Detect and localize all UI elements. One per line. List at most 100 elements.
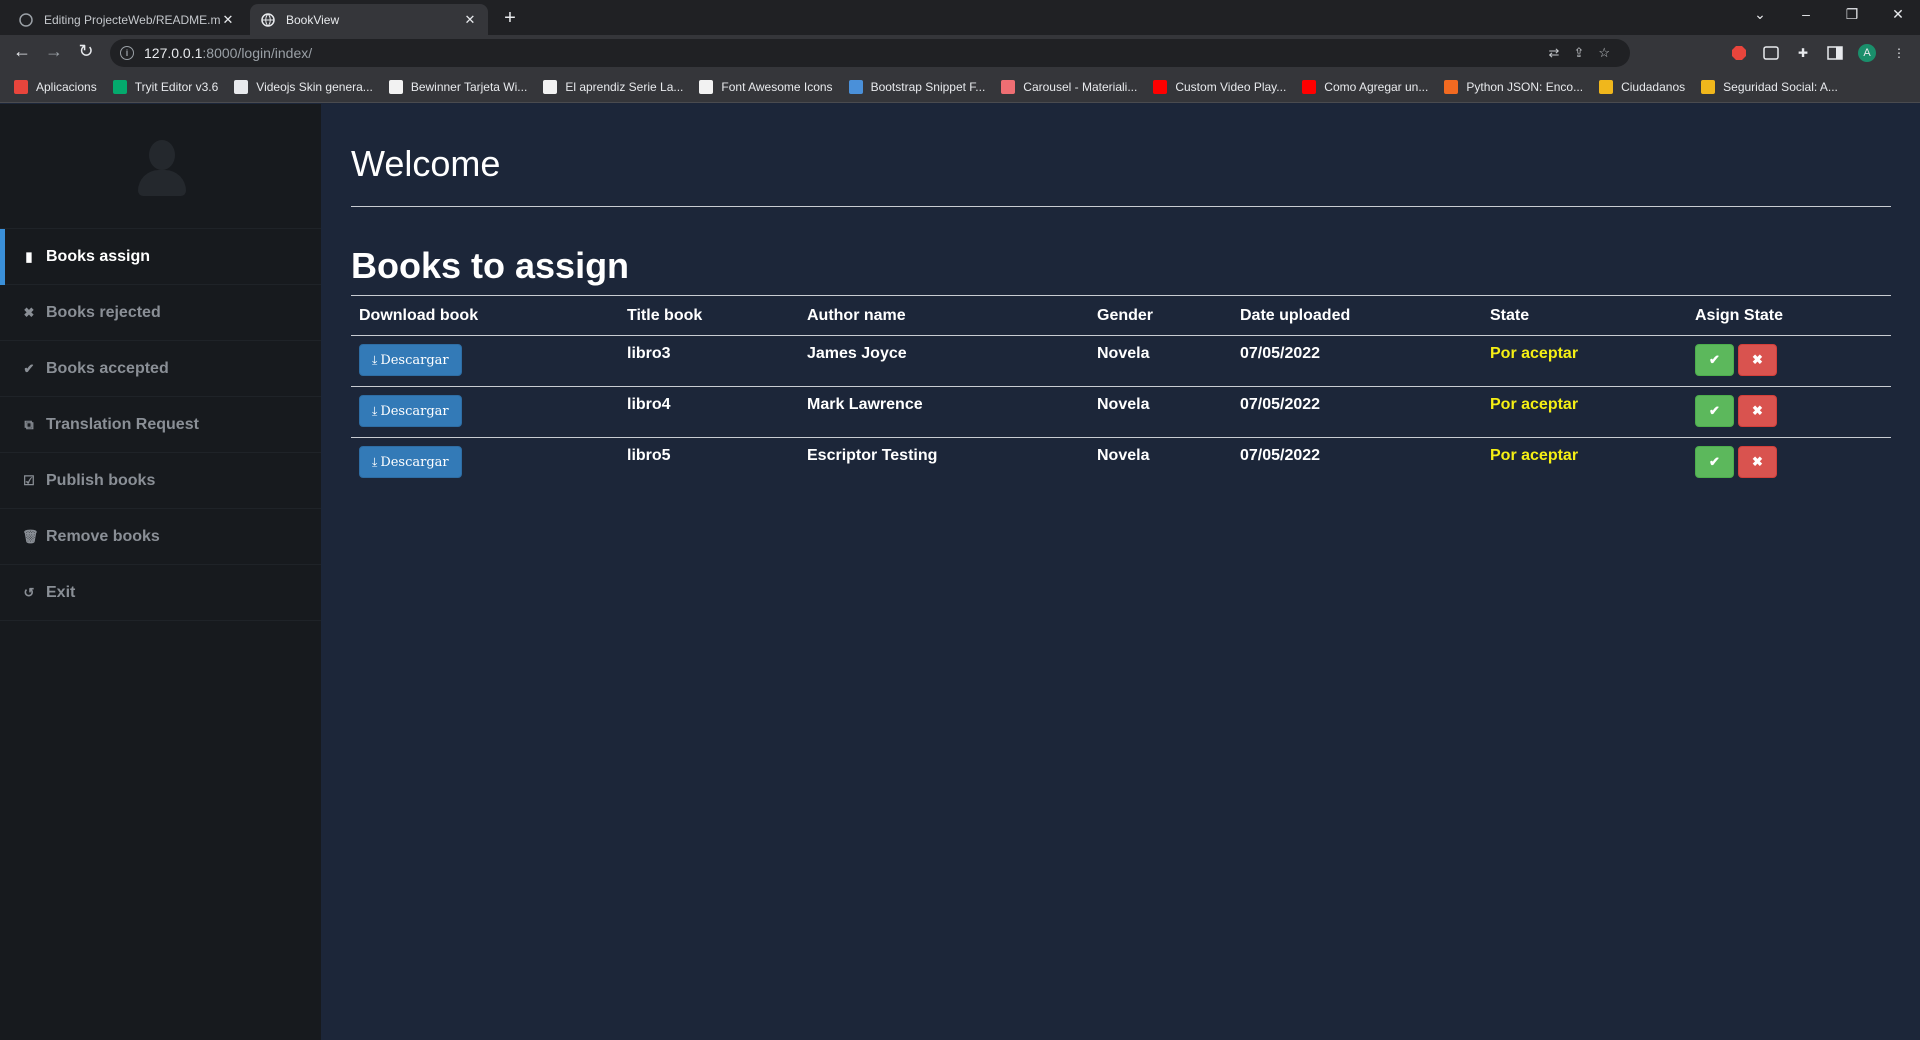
divider [351, 206, 1891, 207]
bookmark-item[interactable]: Custom Video Play... [1153, 79, 1286, 94]
side-panel-icon[interactable] [1826, 44, 1844, 62]
sidebar-item-exit[interactable]: ↺ Exit [0, 565, 321, 621]
sidebar-item-translation-request[interactable]: ⧉ Translation Request [0, 397, 321, 453]
bookmark-favicon-icon [234, 79, 249, 94]
bookmark-item[interactable]: Font Awesome Icons [699, 79, 833, 94]
table-row: ⤓ Descargar libro5 Escriptor Testing Novela 0… [351, 438, 1891, 489]
download-icon: ⤓ [372, 454, 378, 469]
address-bar[interactable]: i 127.0.0.1:8000/login/index/ ⇄ ⇪ ☆ [110, 39, 1630, 67]
bookmark-label: Font Awesome Icons [721, 79, 833, 94]
author-cell: Escriptor Testing [807, 447, 938, 464]
times-icon: ✖ [1752, 454, 1763, 469]
sidebar-item-books-accepted[interactable]: ✔ Books accepted [0, 341, 321, 397]
tab-title: BookView [286, 12, 340, 27]
gender-cell: Novela [1097, 447, 1150, 464]
extension-icon[interactable] [1762, 44, 1780, 62]
sidebar-item-label: Books accepted [46, 359, 169, 377]
back-icon[interactable]: ← [10, 41, 34, 62]
check-square-icon: ☑ [23, 472, 35, 488]
title-cell: libro3 [627, 345, 671, 362]
site-info-icon[interactable]: i [120, 46, 134, 60]
accept-button[interactable]: ✔ [1695, 344, 1734, 376]
bookmark-item[interactable]: Tryit Editor v3.6 [112, 79, 219, 94]
reload-icon[interactable]: ↻ [74, 41, 98, 62]
bookmark-label: Tryit Editor v3.6 [134, 79, 219, 94]
bookmark-item[interactable]: Seguridad Social: A... [1701, 79, 1838, 94]
translate-icon[interactable]: ⇄ [1549, 45, 1560, 61]
download-button[interactable]: ⤓ Descargar [359, 344, 462, 376]
puzzle-icon[interactable]: ✚ [1794, 44, 1812, 62]
adblock-icon[interactable] [1730, 44, 1748, 62]
bookmark-favicon-icon [1599, 79, 1614, 94]
state-cell: Por aceptar [1490, 447, 1579, 464]
sidebar-item-remove-books[interactable]: 🗑 Remove books [0, 509, 321, 565]
download-label: Descargar [380, 403, 449, 419]
download-icon: ⤓ [372, 403, 378, 418]
column-header: Download book [359, 306, 479, 324]
bookmark-favicon-icon [848, 79, 863, 94]
section-title: Books to assign [351, 245, 630, 286]
date-cell: 07/05/2022 [1240, 396, 1321, 413]
forward-icon[interactable]: → [42, 41, 66, 62]
sidebar-item-label: Remove books [46, 527, 160, 545]
download-label: Descargar [380, 454, 449, 470]
browser-tab-readme[interactable]: Editing ProjecteWeb/README.m ✕ [8, 4, 246, 35]
sidebar-item-books-rejected[interactable]: ✖ Books rejected [0, 285, 321, 341]
book-icon: ▮ [25, 248, 33, 264]
reject-button[interactable]: ✖ [1738, 395, 1777, 427]
browser-tab-bar: Editing ProjecteWeb/README.m ✕ BookView … [0, 0, 1920, 35]
table-row: ⤓ Descargar libro4 Mark Lawrence Novela 07/05… [351, 387, 1891, 438]
date-cell: 07/05/2022 [1240, 345, 1321, 362]
reject-button[interactable]: ✖ [1738, 446, 1777, 478]
bookmark-label: Aplicacions [36, 79, 97, 94]
download-button[interactable]: ⤓ Descargar [359, 395, 462, 427]
bookmark-label: Ciudadanos [1621, 79, 1686, 94]
assign-state-cell: ✔ ✖ [1687, 387, 1891, 438]
date-cell: 07/05/2022 [1240, 447, 1321, 464]
restore-icon[interactable]: ❐ [1840, 6, 1864, 23]
author-cell: James Joyce [807, 345, 907, 362]
times-icon: ✖ [1752, 403, 1763, 418]
github-icon [18, 12, 34, 28]
tab-search-icon[interactable]: ⌄ [1748, 6, 1772, 23]
check-icon: ✔ [1709, 352, 1720, 367]
globe-icon [260, 12, 276, 28]
assign-state-cell: ✔ ✖ [1687, 336, 1891, 387]
close-tab-icon[interactable]: ✕ [462, 12, 478, 28]
bookmark-favicon-icon [699, 79, 714, 94]
bookmark-item[interactable]: Python JSON: Enco... [1444, 79, 1584, 94]
bookmark-star-icon[interactable]: ☆ [1598, 45, 1610, 61]
profile-avatar[interactable]: A [1858, 44, 1876, 62]
share-icon[interactable]: ⇪ [1573, 45, 1584, 61]
sidebar-item-books-assign[interactable]: ▮ Books assign [0, 229, 321, 285]
bookmark-item[interactable]: Como Agregar un... [1302, 79, 1428, 94]
sidebar-item-publish-books[interactable]: ☑ Publish books [0, 453, 321, 509]
books-table: Download book Title book Author name Gen… [351, 295, 1891, 489]
check-icon: ✔ [1709, 403, 1720, 418]
accept-button[interactable]: ✔ [1695, 446, 1734, 478]
download-icon: ⤓ [372, 352, 378, 367]
browser-tab-bookview[interactable]: BookView ✕ [250, 4, 488, 35]
reject-button[interactable]: ✖ [1738, 344, 1777, 376]
sidebar-item-label: Books rejected [46, 303, 161, 321]
bookmark-item[interactable]: El aprendiz Serie La... [543, 79, 683, 94]
accept-button[interactable]: ✔ [1695, 395, 1734, 427]
close-window-icon[interactable]: ✕ [1886, 6, 1910, 23]
state-cell: Por aceptar [1490, 396, 1579, 413]
bookmark-item[interactable]: Ciudadanos [1599, 79, 1686, 94]
download-cell: ⤓ Descargar [351, 336, 619, 387]
bookmark-item[interactable]: Videojs Skin genera... [234, 79, 373, 94]
close-tab-icon[interactable]: ✕ [220, 12, 236, 28]
bookmark-favicon-icon [388, 79, 403, 94]
download-cell: ⤓ Descargar [351, 387, 619, 438]
bookmark-item[interactable]: Aplicacions [14, 79, 97, 94]
bookmark-label: Python JSON: Enco... [1466, 79, 1584, 94]
bookmark-item[interactable]: Bootstrap Snippet F... [848, 79, 985, 94]
download-button[interactable]: ⤓ Descargar [359, 446, 462, 478]
bookmark-item[interactable]: Carousel - Materiali... [1001, 79, 1137, 94]
new-tab-button[interactable]: + [498, 7, 522, 30]
menu-icon[interactable]: ⋮ [1890, 44, 1908, 62]
bookmark-item[interactable]: Bewinner Tarjeta Wi... [388, 79, 527, 94]
column-header: Asign State [1695, 306, 1784, 324]
minimize-icon[interactable]: – [1794, 6, 1818, 22]
